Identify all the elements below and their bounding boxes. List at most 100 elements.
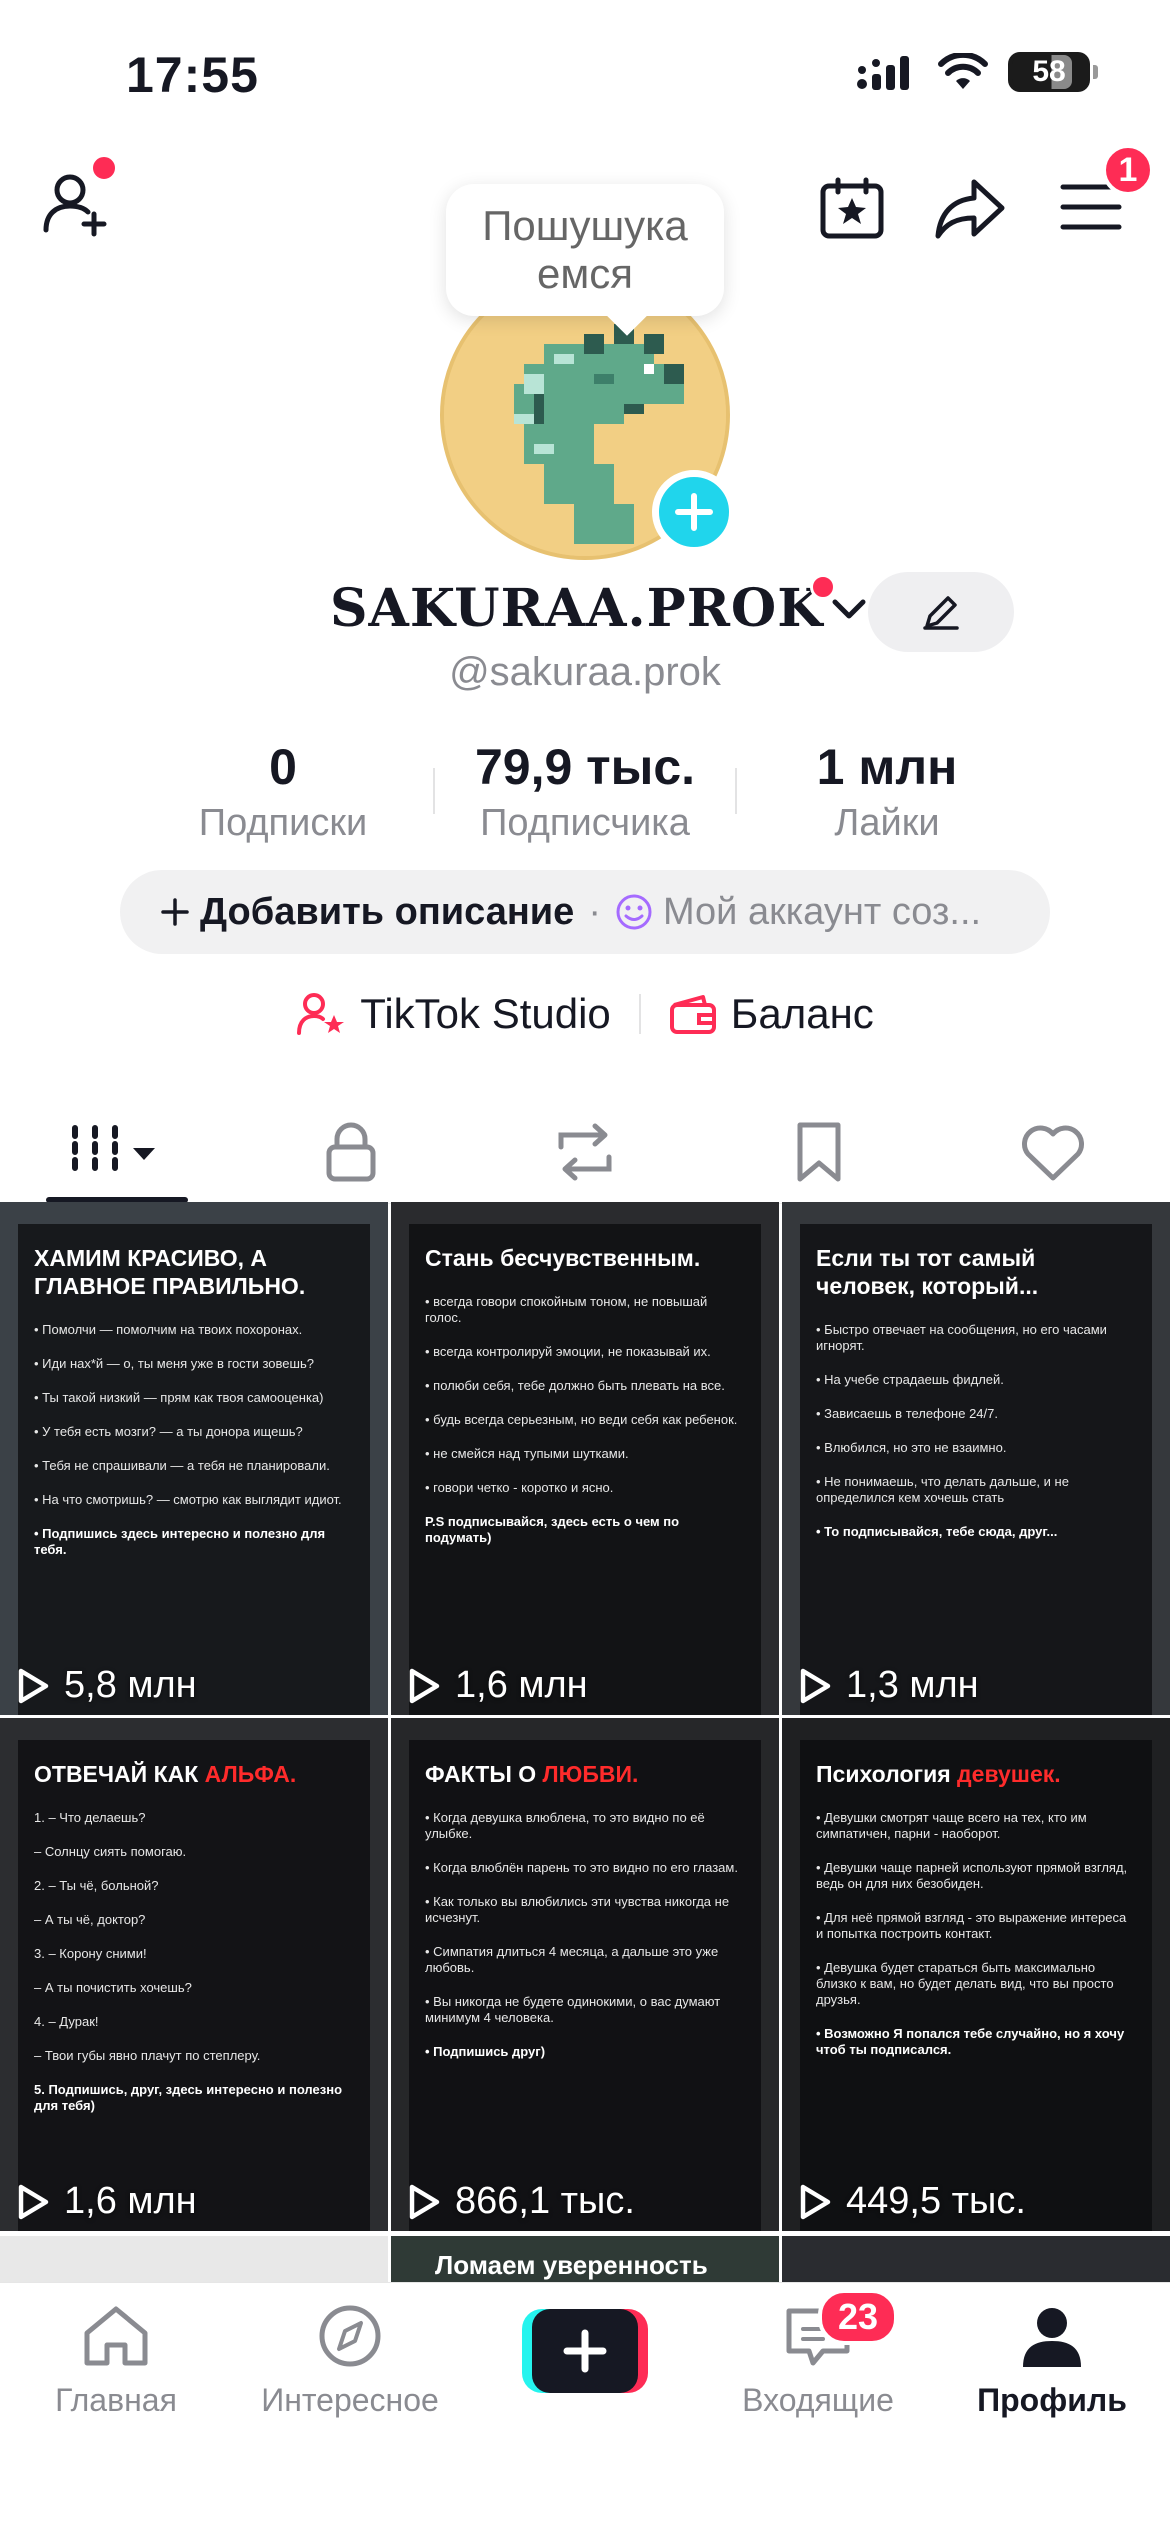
video-text-line: • говори четко - коротко и ясно. [425,1480,614,1495]
video-thumbnail[interactable]: Психология девушек. • Девушки смотрят чащ… [782,1718,1170,2231]
video-text-card: ОТВЕЧАЙ КАК АЛЬФА. 1. – Что делаешь? – Сол… [18,1740,370,2231]
video-text-line: • Влюбился, но это не взаимно. [816,1440,1007,1455]
display-name-switcher[interactable]: SAKURAA.PROK [330,574,869,639]
status-time: 17:55 [126,47,259,103]
status-bubble[interactable]: Пошушука емся [446,184,724,316]
video-text-line: • Девушки смотрят чаще всего на тех, кто… [816,1810,1087,1841]
plus-icon [161,898,189,926]
stat-following[interactable]: 0 Подписки [133,738,433,845]
calendar-button[interactable] [818,176,886,245]
video-text-line: • не смейся над тупыми шутками. [425,1446,629,1461]
edit-profile-button[interactable] [868,572,1014,652]
video-text-line: • Когда влюблён парень то это видно по е… [425,1860,738,1875]
smiley-icon [616,894,652,930]
video-text-line: • Девушка будет стараться быть максималь… [816,1960,1114,2007]
video-thumbnail[interactable]: ФАКТЫ О ЛЮБВИ. • Когда девушка влюблена, … [391,1718,779,2231]
video-text-card: Психология девушек. • Девушки смотрят чащ… [800,1740,1152,2231]
video-text-line: • На учебе страдаешь фидлей. [816,1372,1004,1387]
plus-icon [563,2329,607,2373]
nav-home[interactable]: Главная [6,2303,226,2419]
nav-discover[interactable]: Интересное [240,2303,460,2419]
play-icon [18,1668,49,1703]
video-text-line: • Иди нах*й — о, ты меня уже в гости зов… [34,1356,314,1371]
tiktok-studio-link[interactable]: TikTok Studio [296,990,611,1038]
video-thumbnail[interactable] [0,2236,388,2282]
video-title: Психология девушек. [816,1761,1061,1787]
compass-icon [319,2305,381,2367]
video-text-line: • всегда контролируй эмоции, не показыва… [425,1344,711,1359]
add-description-pill[interactable]: Добавить описание · Мой аккаунт соз... [120,870,1050,954]
username-handle: @sakuraa.prok [449,650,721,694]
video-text-line: – А ты чё, доктор? [34,1912,146,1927]
profile-stats: 0 Подписки 79,9 тыс. Подписчика 1 млн Ла… [0,738,1170,845]
video-text-line: • Возможно Я попался тебе случайно, но я… [816,2026,1125,2057]
video-title: ХАМИМ КРАСИВО, А ГЛАВНОЕ ПРАВИЛЬНО. [34,1245,306,1299]
balance-link[interactable]: Баланс [669,990,874,1038]
battery-indicator: 58 [1008,52,1098,92]
video-text-line: – Солнцу сиять помогаю. [34,1844,187,1859]
video-text-line: • Быстро отвечает на сообщения, но его ч… [816,1322,1107,1353]
stat-likes[interactable]: 1 млн Лайки [737,738,1037,845]
creator-links: TikTok Studio Баланс [0,990,1170,1038]
nav-inbox[interactable]: 23 Входящие [708,2289,928,2419]
video-text-line: • Не понимаешь, что делать дальше, и не … [816,1474,1069,1505]
video-text-line: • На что смотришь? — смотрю как выглядит… [34,1492,342,1507]
notification-dot [810,574,836,600]
video-thumbnail[interactable]: Если ты тот самый человек, который... • Б… [782,1202,1170,1715]
tab-saved[interactable] [702,1100,936,1203]
bio-preview[interactable]: Мой аккаунт соз... [615,891,981,934]
video-title: Если ты тот самый человек, который... [816,1245,1039,1299]
video-text-line: 4. – Дурак! [34,2014,99,2029]
nav-profile[interactable]: Профиль [942,2303,1162,2419]
stat-followers[interactable]: 79,9 тыс. Подписчика [435,738,735,845]
calendar-star-icon [820,177,884,239]
video-thumbnail[interactable]: ХАМИМ КРАСИВО, А ГЛАВНОЕ ПРАВИЛЬНО. • Пом… [0,1202,388,1715]
video-thumbnail[interactable]: Ломаем уверенность [391,2236,779,2282]
view-count: 449,5 тыс. [798,2180,1026,2223]
video-grid-icon [72,1124,155,1179]
video-text-line: P.S подписывайся, здесь есть о чем по по… [425,1514,680,1545]
view-count: 1,6 млн [407,1664,588,1707]
tab-reposts[interactable] [468,1100,702,1203]
video-text-line: • Подпишись здесь интересно и полезно дл… [34,1526,326,1557]
add-story-button[interactable] [652,470,736,554]
video-thumbnail[interactable] [782,2236,1170,2282]
tab-videos[interactable] [0,1100,234,1203]
add-description-button[interactable]: Добавить описание [160,891,574,934]
menu-button[interactable]: 1 [1060,144,1154,237]
video-text-line: • Как только вы влюбились эти чувства ни… [425,1894,730,1925]
divider [638,994,641,1034]
repost-icon [558,1123,612,1180]
video-text-line: 1. – Что делаешь? [34,1810,146,1825]
video-text-line: • всегда говори спокойным тоном, не повы… [425,1294,708,1325]
video-text-line: • То подписывайся, тебе сюда, друг... [816,1524,1058,1539]
tab-private[interactable] [234,1100,468,1203]
menu-badge: 1 [1102,144,1154,196]
play-icon [409,2184,440,2219]
heart-icon [1022,1125,1084,1180]
create-button[interactable] [522,2309,648,2393]
video-text-card: ФАКТЫ О ЛЮБВИ. • Когда девушка влюблена, … [409,1740,761,2231]
tab-liked[interactable] [936,1100,1170,1203]
home-icon [84,2306,148,2366]
bookmark-icon [797,1122,841,1181]
video-text-line: • Зависаешь в телефоне 24/7. [816,1406,998,1421]
profile-icon [1023,2308,1081,2367]
video-text-card: ХАМИМ КРАСИВО, А ГЛАВНОЕ ПРАВИЛЬНО. • Пом… [18,1224,370,1715]
video-grid: ХАМИМ КРАСИВО, А ГЛАВНОЕ ПРАВИЛЬНО. • Пом… [0,1202,1170,2231]
play-icon [18,2184,49,2219]
video-text-line: • Симпатия длиться 4 месяца, а дальше эт… [425,1944,719,1975]
video-text-line: • Для неё прямой взгляд - это выражение … [816,1910,1127,1941]
share-arrow-icon [935,179,1005,239]
view-count: 5,8 млн [16,1664,197,1707]
video-thumbnail[interactable]: ОТВЕЧАЙ КАК АЛЬФА. 1. – Что делаешь? – Сол… [0,1718,388,2231]
wifi-icon [938,53,988,89]
lock-icon [326,1122,376,1181]
play-icon [800,2184,831,2219]
video-title: ФАКТЫ О ЛЮБВИ. [425,1761,639,1787]
video-thumbnail[interactable]: Стань бесчувственным. • всегда говори спо… [391,1202,779,1715]
bottom-nav: Главная Интересное 23 Входящие Профиль [0,2282,1170,2532]
video-text-line: 5. Подпишись, друг, здесь интересно и по… [34,2082,343,2113]
add-friends-button[interactable] [40,154,118,243]
share-button[interactable] [934,176,1006,245]
